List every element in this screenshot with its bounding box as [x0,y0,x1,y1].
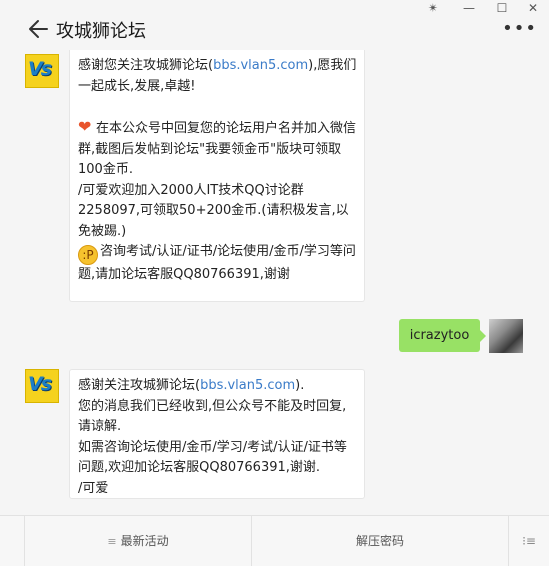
brand-logo-text: Vs [28,58,52,80]
close-button[interactable]: ✕ [518,0,548,16]
message-text: :P 咨询考试/认证/证书/论坛使用/金币/学习等问题,请加论坛客服QQ80766… [78,244,356,282]
pin-icon[interactable]: ✴ [418,0,448,16]
message-bubble-welcome[interactable]: 感谢您关注攻城狮论坛(bbs.vlan5.com),愿我们一起成长,发展,卓越!… [69,50,365,302]
message-text: 感谢关注攻城狮论坛(bbs.vlan5.com). 您的消息我们已经收到,但公众… [78,378,347,496]
user-avatar[interactable] [489,319,523,353]
more-options-icon[interactable]: ••• [502,18,537,39]
keyboard-switch-icon[interactable]: ⁝≡ [508,516,549,566]
menu-unzip-password[interactable]: 解压密码 [251,516,508,566]
tongue-emoji-icon: :P [78,245,98,265]
title-bar: ✴ — ☐ ✕ 攻城狮论坛 ••• [0,0,549,50]
heart-icon: ❤ [78,117,92,136]
official-account-avatar[interactable]: Vs [25,369,59,403]
message-text: 感谢您关注攻城狮论坛(bbs.vlan5.com),愿我们一起成长,发展,卓越! [78,58,357,94]
back-arrow-icon[interactable] [27,18,49,40]
menu-latest-activity[interactable]: ≡ 最新活动 [25,516,251,566]
menu-lines-icon: ≡ [107,535,117,548]
menu-toggle[interactable] [0,516,25,566]
official-account-avatar[interactable]: Vs [25,54,59,88]
minimize-button[interactable]: — [454,0,484,16]
user-message-bubble[interactable]: icrazytoo [399,319,486,352]
bottom-menu-bar: ≡ 最新活动 解压密码 ⁝≡ [0,515,549,566]
forum-link[interactable]: bbs.vlan5.com [200,378,295,393]
brand-logo-text: Vs [28,373,52,395]
chat-area[interactable]: Vs 感谢您关注攻城狮论坛(bbs.vlan5.com),愿我们一起成长,发展,… [0,50,549,515]
message-bubble-auto-reply[interactable]: 感谢关注攻城狮论坛(bbs.vlan5.com). 您的消息我们已经收到,但公众… [69,369,365,499]
maximize-button[interactable]: ☐ [487,0,517,16]
forum-link[interactable]: bbs.vlan5.com [213,58,308,73]
message-text: /可爱欢迎加入2000人IT技术QQ讨论群2258097,可领取50+200金币… [78,182,349,239]
message-text: ❤ 在本公众号中回复您的论坛用户名并加入微信群,截图后发帖到论坛"我要领金币"版块… [78,117,357,177]
chat-title: 攻城狮论坛 [56,21,146,42]
